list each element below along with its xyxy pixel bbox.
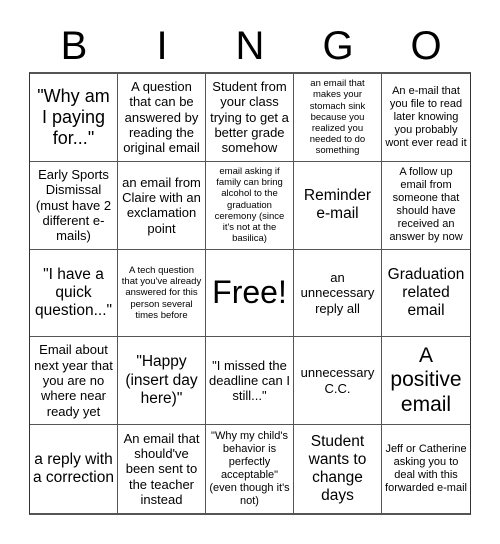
bingo-cell[interactable]: An e-mail that you file to read later kn…: [382, 74, 470, 162]
bingo-cell[interactable]: "Why am I paying for...": [30, 74, 118, 162]
bingo-cell[interactable]: A tech question that you've already answ…: [118, 249, 206, 338]
bingo-cell[interactable]: Reminder e-mail: [294, 161, 382, 250]
header-letter-i: I: [156, 24, 168, 68]
header-letter-g: G: [322, 24, 354, 68]
bingo-cell[interactable]: Student from your class trying to get a …: [206, 74, 294, 162]
header-letter-o: O: [410, 24, 442, 68]
bingo-cell[interactable]: "I have a quick question...": [30, 249, 118, 338]
bingo-cell[interactable]: "Happy (insert day here)": [118, 337, 206, 426]
bingo-cell[interactable]: email asking if family can bring alcohol…: [206, 161, 294, 250]
free-space-cell[interactable]: Free!: [206, 249, 294, 338]
bingo-cell[interactable]: unnecessary C.C.: [294, 337, 382, 426]
bingo-cell[interactable]: an email that makes your stomach sink be…: [294, 74, 382, 162]
bingo-cell[interactable]: A follow up email from someone that shou…: [382, 162, 470, 250]
bingo-cell[interactable]: Early Sports Dismissal (must have 2 diff…: [30, 161, 118, 250]
bingo-cell[interactable]: Email about next year that you are no wh…: [30, 337, 118, 426]
bingo-cell[interactable]: Graduation related email: [382, 250, 470, 338]
header-letter-n: N: [235, 24, 265, 68]
header-letter-b: B: [60, 24, 88, 68]
bingo-cell[interactable]: A positive email: [382, 337, 470, 426]
bingo-card-grid: "Why am I paying for..." A question that…: [29, 72, 471, 515]
bingo-cell[interactable]: An email that should've been sent to the…: [118, 425, 206, 513]
bingo-cell[interactable]: A question that can be answered by readi…: [118, 74, 206, 162]
bingo-cell[interactable]: Jeff or Catherine asking you to deal wit…: [382, 425, 470, 513]
bingo-cell[interactable]: Student wants to change days: [294, 425, 382, 513]
bingo-cell[interactable]: an unnecessary reply all: [294, 249, 382, 338]
bingo-cell[interactable]: "I missed the deadline can I still...": [206, 337, 294, 426]
bingo-cell[interactable]: a reply with a correction: [30, 425, 118, 513]
bingo-header: B I N G O: [30, 20, 470, 72]
bingo-cell[interactable]: an email from Claire with an exclamation…: [118, 161, 206, 250]
bingo-cell[interactable]: "Why my child's behavior is perfectly ac…: [206, 425, 294, 513]
